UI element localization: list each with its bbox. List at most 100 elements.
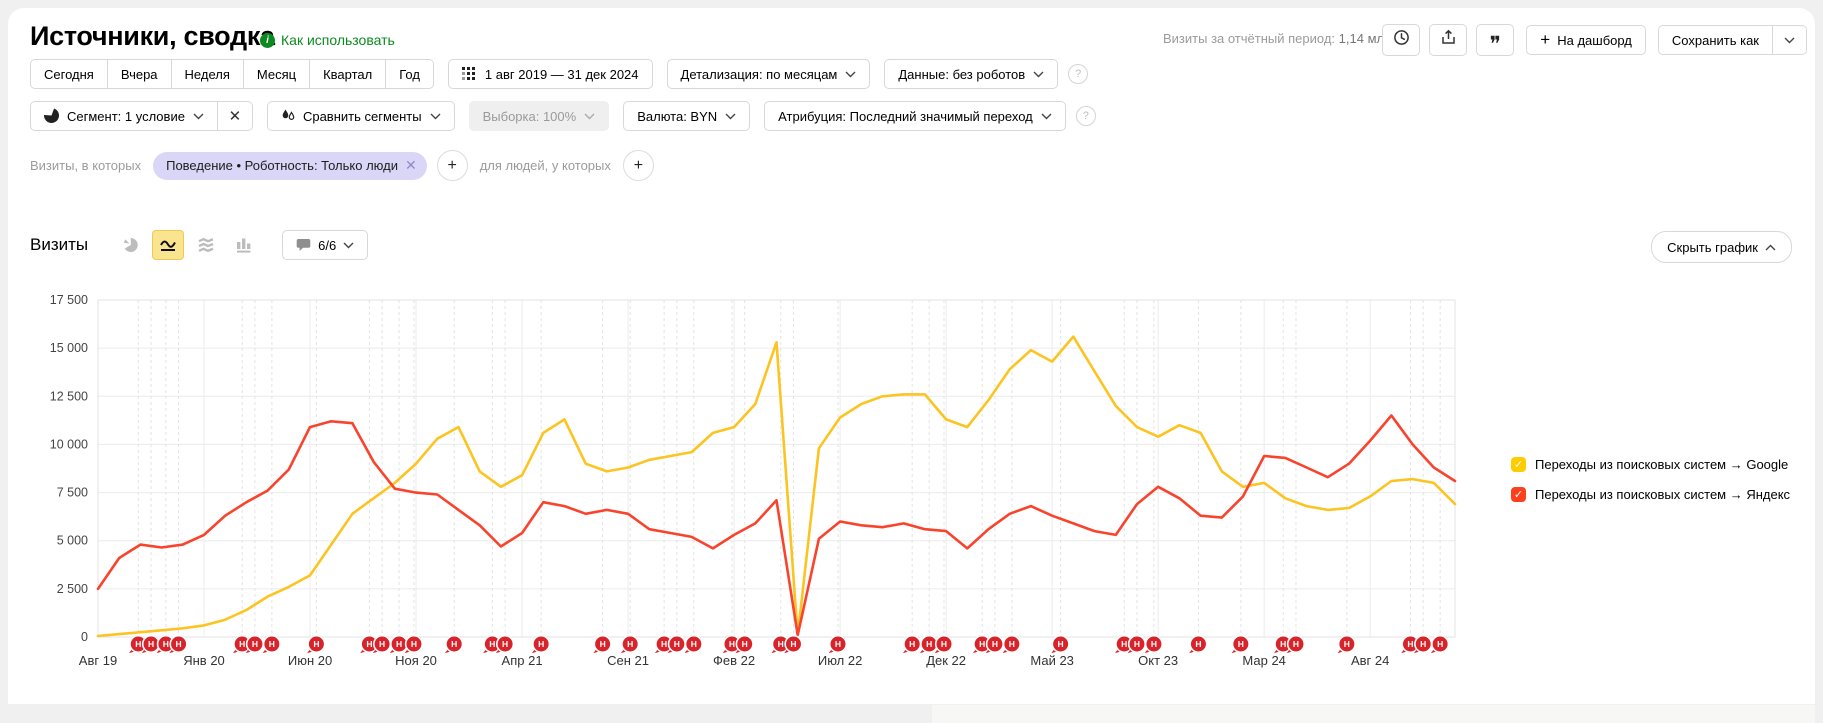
line-chart-icon <box>160 240 177 251</box>
chevron-down-icon <box>343 242 354 248</box>
chart-type-line-button[interactable] <box>152 230 185 260</box>
visits-in-which-label: Визиты, в которых <box>30 158 142 173</box>
svg-text:Н: Н <box>691 639 697 649</box>
period-month[interactable]: Месяц <box>242 59 311 89</box>
compare-segments-dropdown[interactable]: Сравнить сегменты <box>266 101 455 131</box>
note-marker[interactable]: Н <box>917 634 939 655</box>
how-to-use-link[interactable]: i Как использовать <box>260 32 395 48</box>
svg-text:Н: Н <box>926 639 932 649</box>
x-axis-tick: Ноя 20 <box>395 653 437 668</box>
legend-item-google[interactable]: ✓ Переходы из поисковых систем → Google <box>1511 453 1790 475</box>
period-today[interactable]: Сегодня <box>30 59 108 89</box>
note-marker[interactable]: Н <box>1048 634 1070 655</box>
svg-text:Н: Н <box>1344 639 1350 649</box>
bar-chart-icon <box>237 238 251 253</box>
segment-dropdown[interactable]: Сегмент: 1 условие <box>30 101 217 131</box>
segment-group: Сегмент: 1 условие ✕ <box>30 101 253 131</box>
svg-text:Н: Н <box>729 639 735 649</box>
svg-text:Н: Н <box>661 639 667 649</box>
export-button[interactable] <box>1429 24 1468 56</box>
svg-text:Н: Н <box>1195 639 1201 649</box>
svg-text:Н: Н <box>1009 639 1015 649</box>
series-line-0 <box>96 335 1457 638</box>
chevron-down-icon <box>584 113 595 119</box>
top-actions: ❞ + На дашборд Сохранить как <box>1373 24 1807 56</box>
visits-summary: Визиты за отчётный период: 1,14 млн <box>1163 31 1391 46</box>
detalization-dropdown[interactable]: Детализация: по месяцам <box>666 59 871 89</box>
segment-clear-button[interactable]: ✕ <box>216 101 253 131</box>
date-range-button[interactable]: 1 авг 2019 — 31 дек 2024 <box>447 59 653 89</box>
calendar-grid-icon <box>461 66 476 83</box>
checkbox-yandex[interactable]: ✓ <box>1511 486 1526 502</box>
note-marker[interactable]: Н <box>387 634 409 655</box>
note-marker[interactable]: Н <box>900 634 922 655</box>
metrica-sources-summary-page: { "header": { "title": "Источники, сводк… <box>0 0 1823 723</box>
chart-type-pie-button[interactable] <box>114 230 146 260</box>
note-marker[interactable]: Н <box>1186 634 1208 655</box>
note-marker[interactable]: Н <box>590 634 612 655</box>
note-marker[interactable]: Н <box>1142 634 1164 655</box>
chart-type-columns-button[interactable] <box>228 230 260 260</box>
data-mode-dropdown[interactable]: Данные: без роботов <box>884 59 1059 89</box>
svg-text:Н: Н <box>502 639 508 649</box>
comments-icon: ❞ <box>1489 32 1501 56</box>
attribution-help-icon[interactable]: ? <box>1075 106 1096 126</box>
svg-text:Н: Н <box>269 639 275 649</box>
y-axis-tick: 0 <box>81 630 88 644</box>
svg-text:Н: Н <box>366 639 372 649</box>
x-axis-tick: Июл 22 <box>818 653 862 668</box>
note-marker[interactable]: Н <box>442 634 464 655</box>
note-marker[interactable]: Н <box>304 634 326 655</box>
chevron-down-icon <box>725 113 736 119</box>
segment-pie-icon <box>44 108 59 126</box>
speech-bubble-icon <box>296 239 311 251</box>
svg-text:Н: Н <box>135 639 141 649</box>
note-marker[interactable]: Н <box>529 634 551 655</box>
currency-dropdown[interactable]: Валюта: BYN <box>623 101 751 131</box>
x-axis-tick: Фев 22 <box>713 653 755 668</box>
x-axis-tick: Май 23 <box>1030 653 1074 668</box>
stacked-area-icon <box>198 237 214 253</box>
x-axis-tick: Июн 20 <box>288 653 332 668</box>
chart-notes-dropdown[interactable]: 6/6 <box>282 230 369 260</box>
y-axis-tick: 12 500 <box>50 389 88 403</box>
svg-text:Н: Н <box>992 639 998 649</box>
notes-button[interactable]: ❞ <box>1476 24 1515 56</box>
y-axis-tick: 17 500 <box>50 293 88 307</box>
svg-text:Н: Н <box>1280 639 1286 649</box>
save-as-button[interactable]: Сохранить как <box>1657 25 1773 55</box>
chevron-down-icon <box>1784 37 1795 43</box>
note-marker[interactable]: Н <box>1229 634 1250 655</box>
chevron-down-icon <box>430 113 441 119</box>
add-user-condition-button[interactable]: + <box>622 150 654 181</box>
segment-condition-chip[interactable]: Поведение • Роботность: Только люди ✕ <box>153 151 427 180</box>
note-marker[interactable]: Н <box>1428 634 1450 655</box>
note-marker[interactable]: Н <box>682 634 703 655</box>
checkbox-google[interactable]: ✓ <box>1511 456 1526 472</box>
period-year[interactable]: Год <box>385 59 434 89</box>
svg-text:Н: Н <box>163 639 169 649</box>
legend-item-yandex[interactable]: ✓ Переходы из поисковых систем → Яндекс <box>1511 483 1790 505</box>
hide-chart-button[interactable]: Скрыть график <box>1651 231 1792 263</box>
chip-close-icon[interactable]: ✕ <box>405 157 417 174</box>
save-as-menu-button[interactable] <box>1773 25 1807 55</box>
svg-text:Н: Н <box>1058 639 1064 649</box>
x-axis-tick: Апр 21 <box>502 653 543 668</box>
add-visit-condition-button[interactable]: + <box>436 150 468 181</box>
period-yesterday[interactable]: Вчера <box>106 59 172 89</box>
schedule-button[interactable] <box>1382 24 1421 56</box>
note-marker[interactable]: Н <box>618 634 640 655</box>
period-quarter[interactable]: Квартал <box>309 59 387 89</box>
y-axis-tick: 5 000 <box>57 534 88 548</box>
note-marker[interactable]: Н <box>260 634 281 655</box>
period-week[interactable]: Неделя <box>170 59 244 89</box>
note-marker[interactable]: Н <box>826 634 848 655</box>
save-as-split: Сохранить как <box>1657 25 1807 55</box>
sampling-dropdown[interactable]: Выборка: 100% <box>468 101 610 131</box>
add-to-dashboard-button[interactable]: + На дашборд <box>1526 25 1646 55</box>
attribution-dropdown[interactable]: Атрибуция: Последний значимый переход <box>764 101 1066 131</box>
data-mode-help-icon[interactable]: ? <box>1068 64 1089 84</box>
note-marker[interactable]: Н <box>1335 634 1356 655</box>
note-marker[interactable]: Н <box>1000 634 1021 655</box>
chart-type-area-button[interactable] <box>190 230 222 260</box>
